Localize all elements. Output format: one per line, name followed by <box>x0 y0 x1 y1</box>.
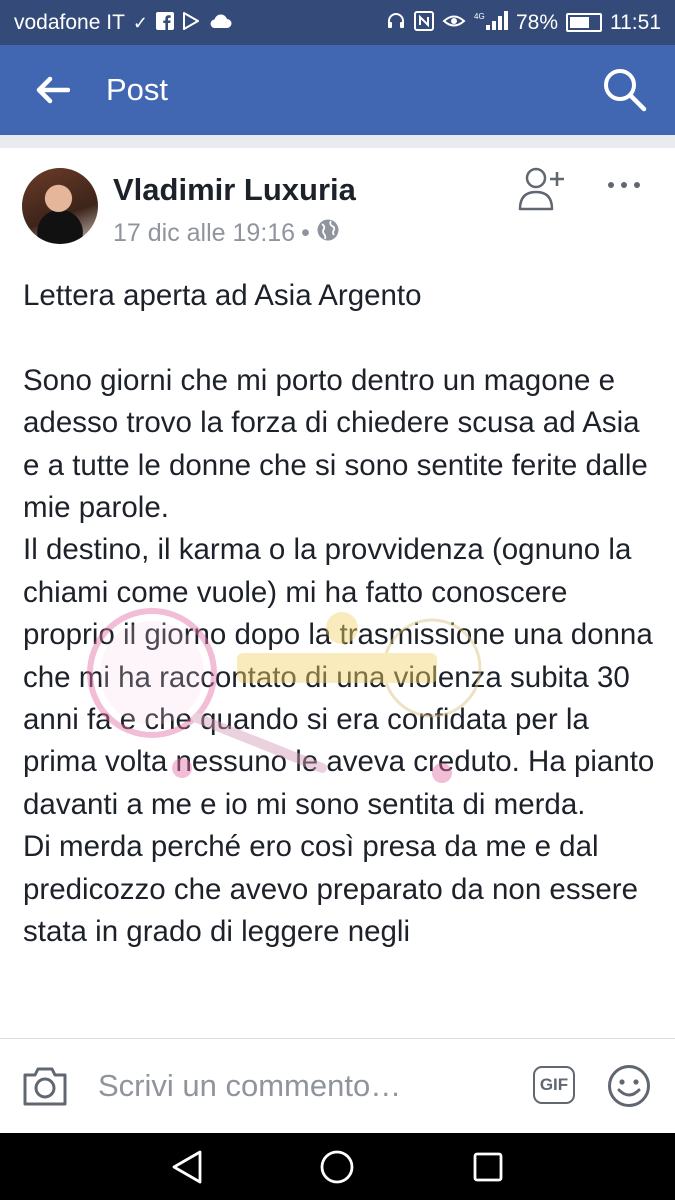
nav-recents-button[interactable] <box>472 1151 504 1183</box>
carrier-label: vodafone IT <box>14 10 125 34</box>
system-nav-bar <box>0 1133 675 1200</box>
post-timestamp[interactable]: 17 dic alle 19:16 <box>113 219 295 248</box>
add-friend-icon <box>518 167 564 211</box>
play-store-icon <box>182 12 200 33</box>
comment-bar: GIF <box>0 1038 675 1133</box>
emoji-icon <box>608 1065 650 1107</box>
nav-home-icon <box>320 1150 354 1184</box>
post-card: Vladimir Luxuria 17 dic alle 19:16 • Let… <box>0 148 675 1038</box>
status-bar-right: 4G 78% 11:51 <box>386 11 661 35</box>
back-button[interactable] <box>8 45 98 135</box>
more-dot-icon <box>608 182 614 188</box>
battery-percent: 78% <box>515 10 558 34</box>
checkmark-icon: ✓ <box>132 12 148 33</box>
post-meta: 17 dic alle 19:16 • <box>113 218 340 249</box>
signal-icon: 4G <box>474 11 508 34</box>
search-icon <box>604 69 647 112</box>
facebook-icon <box>156 12 174 33</box>
camera-icon <box>23 1067 67 1106</box>
globe-icon <box>316 218 340 249</box>
nav-home-button[interactable] <box>319 1149 355 1185</box>
nfc-icon <box>413 11 434 34</box>
post-body: Lettera aperta ad Asia Argento Sono gior… <box>23 279 655 949</box>
status-bar: vodafone IT ✓ 4G 78% 11:51 <box>0 0 675 45</box>
eye-comfort-icon <box>442 12 466 33</box>
battery-fill <box>570 17 589 28</box>
author-name[interactable]: Vladimir Luxuria <box>113 172 356 208</box>
nav-recents-icon <box>473 1152 503 1182</box>
clock: 11:51 <box>610 10 661 34</box>
add-friend-button[interactable] <box>515 164 567 214</box>
cloud-icon <box>208 13 232 32</box>
search-button[interactable] <box>580 45 670 135</box>
meta-separator: • <box>301 219 310 247</box>
camera-button[interactable] <box>22 1065 68 1107</box>
emoji-button[interactable] <box>607 1064 651 1108</box>
page-title: Post <box>106 72 169 107</box>
more-dot-icon <box>621 182 627 188</box>
svg-text:4G: 4G <box>474 12 485 21</box>
battery-icon <box>566 13 602 32</box>
more-options-button[interactable] <box>600 170 648 200</box>
comment-input[interactable] <box>98 1065 518 1107</box>
app-bar: Post <box>0 45 675 135</box>
avatar[interactable] <box>22 168 98 244</box>
status-bar-left: vodafone IT ✓ <box>14 11 232 35</box>
headset-icon <box>386 11 406 34</box>
more-dot-icon <box>634 182 640 188</box>
nav-back-button[interactable] <box>170 1149 204 1185</box>
gif-button[interactable]: GIF <box>533 1066 575 1104</box>
nav-back-icon <box>172 1150 202 1184</box>
back-arrow-icon <box>36 76 70 104</box>
